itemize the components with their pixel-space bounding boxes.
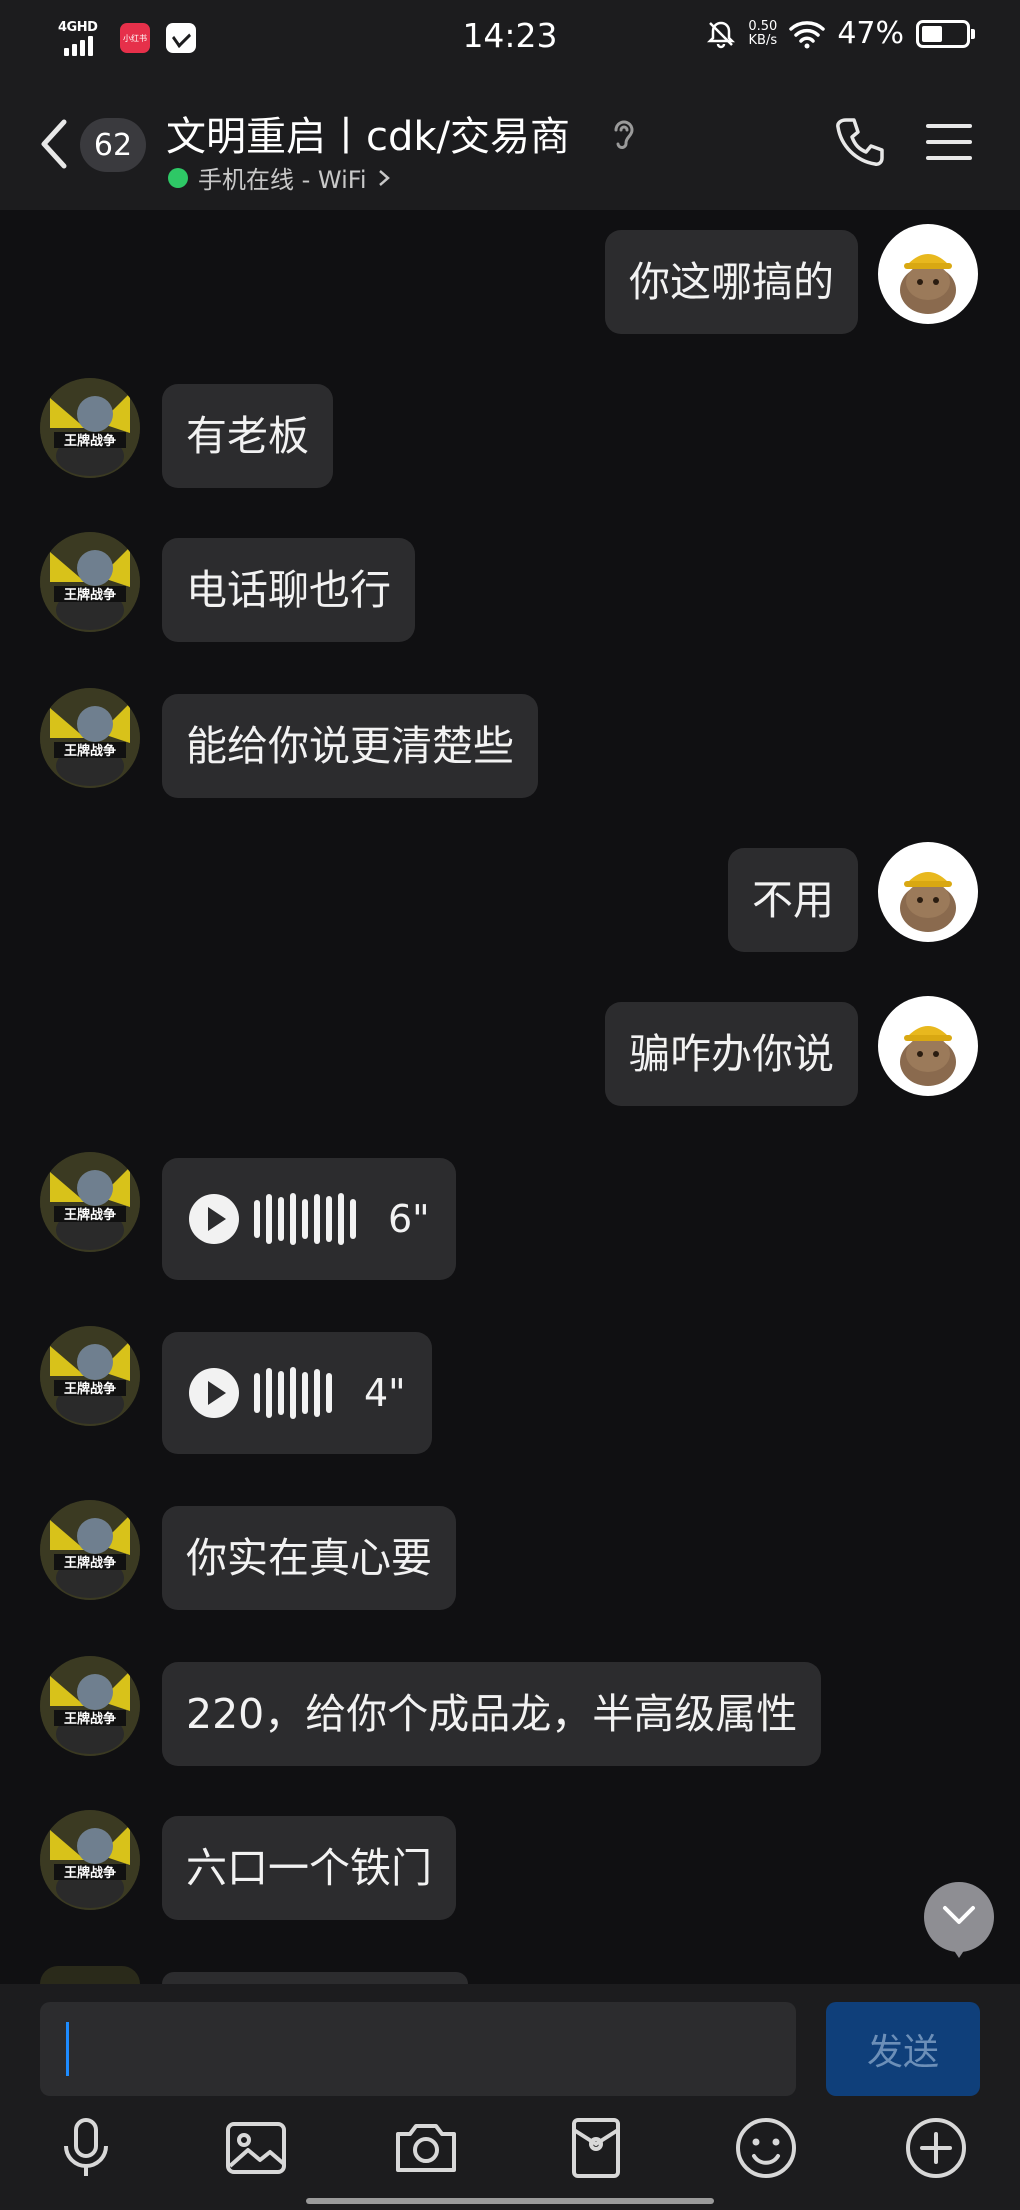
play-icon[interactable]	[188, 1193, 240, 1245]
voice-message[interactable]: 4"	[162, 1332, 432, 1454]
mute-icon	[707, 21, 736, 48]
network-speed: 0.50 KB/s	[748, 18, 778, 48]
contact-avatar[interactable]: 王牌战争	[40, 532, 140, 632]
my-avatar[interactable]	[878, 224, 978, 324]
svg-text:王牌战争: 王牌战争	[64, 1555, 116, 1571]
contact-avatar[interactable]: 王牌战争	[40, 688, 140, 788]
message-bubble-partial	[162, 1972, 468, 1984]
game-avatar-icon: 王牌战争	[40, 532, 140, 632]
voice-duration: 6"	[388, 1197, 430, 1241]
composer: 发送	[0, 1984, 1020, 2210]
contact-avatar[interactable]: 王牌战争	[40, 1810, 140, 1910]
svg-text:王牌战争: 王牌战争	[64, 587, 116, 603]
game-avatar-icon: 王牌战争	[40, 1500, 140, 1600]
message-bubble[interactable]: 能给你说更清楚些	[162, 694, 538, 798]
plus-icon[interactable]	[902, 2114, 970, 2182]
battery-icon	[916, 19, 975, 48]
chevron-down-icon	[943, 1906, 975, 1924]
message-bubble[interactable]: 六口一个铁门	[162, 1816, 456, 1920]
message-bubble[interactable]: 有老板	[162, 384, 333, 488]
message-bubble[interactable]: 你实在真心要	[162, 1506, 456, 1610]
my-avatar[interactable]	[878, 842, 978, 942]
game-avatar-icon: 王牌战争	[40, 688, 140, 788]
game-avatar-icon: 王牌战争	[40, 1810, 140, 1910]
emoji-icon[interactable]	[732, 2114, 800, 2182]
status-bar: 4GHD 小红书 14:23 0.50 KB/s 47%	[0, 0, 1020, 78]
red-packet-icon[interactable]	[562, 2114, 630, 2182]
chevron-right-icon	[378, 169, 390, 186]
svg-text:王牌战争: 王牌战争	[64, 1381, 116, 1397]
my-avatar[interactable]	[878, 996, 978, 1096]
chat-header: 62 文明重启丨cdk/交易商 手机在线 - WiFi	[0, 78, 1020, 210]
chat-title[interactable]: 文明重启丨cdk/交易商	[166, 104, 570, 162]
cat-avatar-icon	[900, 872, 956, 932]
unread-count-badge[interactable]: 62	[80, 118, 146, 172]
play-icon[interactable]	[188, 1367, 240, 1419]
contact-avatar[interactable]	[40, 1966, 140, 1984]
message-bubble[interactable]: 骗咋办你说	[605, 1002, 858, 1106]
message-bubble[interactable]: 你这哪搞的	[605, 230, 858, 334]
svg-text:王牌战争: 王牌战争	[64, 1711, 116, 1727]
battery-percent: 47%	[837, 16, 904, 51]
game-avatar-icon: 王牌战争	[40, 1152, 140, 1252]
home-indicator[interactable]	[306, 2198, 714, 2204]
text-caret	[66, 2022, 69, 2076]
send-button[interactable]: 发送	[826, 2002, 980, 2096]
menu-icon[interactable]	[926, 122, 972, 162]
back-icon[interactable]	[36, 118, 72, 170]
image-icon[interactable]	[222, 2114, 290, 2182]
microphone-icon[interactable]	[52, 2114, 120, 2182]
voice-waveform	[254, 1189, 356, 1249]
camera-icon[interactable]	[392, 2114, 460, 2182]
voice-duration: 4"	[364, 1371, 406, 1415]
cat-avatar-icon	[900, 1026, 956, 1086]
contact-avatar[interactable]: 王牌战争	[40, 1326, 140, 1426]
contact-avatar[interactable]: 王牌战争	[40, 1152, 140, 1252]
svg-text:王牌战争: 王牌战争	[64, 1207, 116, 1223]
svg-text:王牌战争: 王牌战争	[64, 433, 116, 449]
status-right: 0.50 KB/s 47%	[706, 16, 975, 51]
presence-status[interactable]: 手机在线 - WiFi	[168, 160, 391, 195]
composer-toolbar	[0, 2114, 1020, 2194]
scroll-to-bottom-button[interactable]	[924, 1882, 994, 1958]
message-bubble[interactable]: 220，给你个成品龙，半高级属性	[162, 1662, 822, 1766]
voice-waveform	[254, 1363, 332, 1423]
online-dot	[168, 167, 188, 188]
svg-text:王牌战争: 王牌战争	[64, 1865, 116, 1881]
speed-unit: KB/s	[748, 32, 778, 48]
message-bubble[interactable]: 电话聊也行	[162, 538, 415, 642]
game-avatar-icon: 王牌战争	[40, 1656, 140, 1756]
message-bubble[interactable]: 不用	[728, 848, 858, 952]
presence-label: 手机在线 - WiFi	[198, 166, 367, 194]
voice-message[interactable]: 6"	[162, 1158, 456, 1280]
svg-text:王牌战争: 王牌战争	[64, 743, 116, 759]
chat-screen: 4GHD 小红书 14:23 0.50 KB/s 47% 62 文明重启丨cdk…	[0, 0, 1020, 2210]
contact-avatar[interactable]: 王牌战争	[40, 1656, 140, 1756]
contact-avatar[interactable]: 王牌战争	[40, 1500, 140, 1600]
ear-icon	[614, 120, 634, 149]
game-avatar-icon: 王牌战争	[40, 1326, 140, 1426]
cat-avatar-icon	[900, 254, 956, 314]
message-input[interactable]	[40, 2002, 796, 2096]
contact-avatar[interactable]: 王牌战争	[40, 378, 140, 478]
speed-value: 0.50	[748, 18, 778, 34]
game-avatar-icon: 王牌战争	[40, 378, 140, 478]
wifi-icon	[789, 20, 826, 48]
phone-icon[interactable]	[832, 114, 888, 170]
